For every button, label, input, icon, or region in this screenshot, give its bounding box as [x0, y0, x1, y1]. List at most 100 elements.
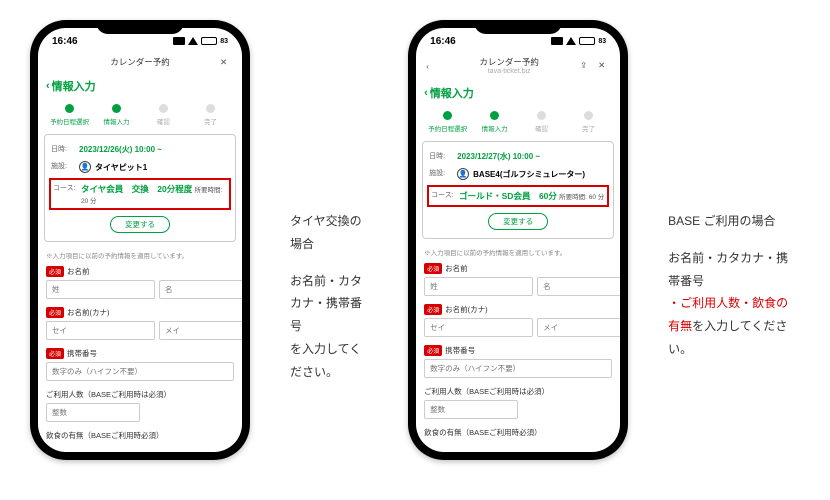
field-phone: 必須携帯番号 — [38, 344, 242, 385]
share-icon[interactable]: ⇪ — [580, 60, 592, 71]
label-course: コース: — [53, 183, 81, 205]
step-label: 情報入力 — [471, 123, 518, 133]
screen: 16:46 83 ‹ カレンダー予約 tava-ticket.biz ⇪ ✕ ‹… — [416, 28, 620, 452]
caption-line2: ・ご利用人数・飲食の有無を入力してください。 — [668, 292, 800, 360]
value-course: ゴールド・SD会員 60分 — [459, 191, 557, 201]
breadcrumb[interactable]: ‹ 情報入力 — [38, 72, 242, 100]
input-mei[interactable] — [537, 277, 620, 296]
caption-1: タイヤ交換の場合 お名前・カタカナ・携帯番号 を入力してください。 — [290, 210, 368, 460]
close-icon[interactable]: ✕ — [598, 60, 610, 71]
input-sei[interactable] — [46, 280, 155, 299]
back-icon[interactable]: ‹ — [426, 61, 438, 71]
input-sei[interactable] — [424, 277, 533, 296]
breadcrumb[interactable]: ‹ 情報入力 — [416, 79, 620, 107]
label-kana: お名前(カナ) — [67, 307, 110, 318]
label-guests: ご利用人数（BASEご利用時は必須） — [46, 389, 171, 400]
facility-icon: 👤 — [79, 161, 91, 173]
signal-icon — [551, 37, 563, 45]
label-course: コース: — [431, 190, 459, 202]
page-title: カレンダー予約 — [438, 56, 580, 68]
battery-icon — [201, 37, 217, 45]
input-sei-kana[interactable] — [46, 321, 155, 340]
required-badge: 必須 — [424, 304, 442, 315]
caption-line1: お名前・カタカナ・携帯番号 — [290, 270, 368, 338]
step-label: 予約日程選択 — [424, 123, 471, 133]
column-phone-1: 16:46 83 カレンダー予約 ✕ ‹ 情報入力 — [30, 20, 250, 460]
required-badge: 必須 — [46, 307, 64, 318]
step-label: 確認 — [518, 123, 565, 133]
required-badge: 必須 — [424, 263, 442, 274]
label-facility: 施設: — [429, 168, 457, 180]
form-note: ※入力項目に以前の予約情報を適用しています。 — [416, 239, 620, 259]
step-dot — [584, 111, 593, 120]
value-course-duration: 所要時間: 60 分 — [559, 194, 604, 201]
chevron-left-icon: ‹ — [46, 80, 50, 92]
input-sei-kana[interactable] — [424, 318, 533, 337]
step-label: 確認 — [140, 116, 187, 126]
step-label: 完了 — [187, 116, 234, 126]
value-facility: 👤 タイヤピット1 — [79, 161, 229, 173]
column-phone-2: 16:46 83 ‹ カレンダー予約 tava-ticket.biz ⇪ ✕ ‹… — [408, 20, 628, 460]
field-kana: 必須お名前(カナ) — [38, 303, 242, 344]
value-date: 2023/12/26(火) 10:00 ~ — [79, 144, 229, 155]
value-date: 2023/12/27(水) 10:00 ~ — [457, 151, 607, 162]
input-mei[interactable] — [159, 280, 242, 299]
input-phone[interactable] — [424, 359, 612, 378]
step-dot — [206, 104, 215, 113]
field-kana: 必須お名前(カナ) — [416, 300, 620, 341]
label-kana: お名前(カナ) — [445, 304, 488, 315]
field-guests: ご利用人数（BASEご利用時は必須） — [416, 382, 620, 423]
caption-heading: BASE ご利用の場合 — [668, 210, 800, 233]
course-highlight: コース: タイヤ会員 交換 20分程度 所要時間: 20 分 — [49, 178, 231, 210]
input-mei-kana[interactable] — [159, 321, 242, 340]
status-time: 16:46 — [430, 36, 456, 47]
field-name: 必須お名前 — [416, 259, 620, 300]
step-label: 完了 — [565, 123, 612, 133]
course-highlight: コース: ゴールド・SD会員 60分 所要時間: 60 分 — [427, 185, 609, 207]
input-guests[interactable] — [46, 403, 140, 422]
change-button[interactable]: 変更する — [488, 213, 548, 230]
form-note: ※入力項目に以前の予約情報を適用しています。 — [38, 242, 242, 262]
title-bar: ‹ カレンダー予約 tava-ticket.biz ⇪ ✕ — [416, 50, 620, 79]
change-button[interactable]: 変更する — [110, 216, 170, 233]
step-indicator: 予約日程選択 情報入力 確認 完了 — [38, 100, 242, 134]
input-phone[interactable] — [46, 362, 234, 381]
label-food: 飲食の有無（BASEご利用時必須） — [424, 427, 542, 438]
caption-line2: を入力してください。 — [290, 338, 368, 384]
title-bar: カレンダー予約 ✕ — [38, 50, 242, 72]
field-food: 飲食の有無（BASEご利用時必須） — [38, 426, 242, 448]
label-phone: 携帯番号 — [445, 345, 475, 356]
wifi-icon — [566, 37, 576, 45]
label-guests: ご利用人数（BASEご利用時は必須） — [424, 386, 549, 397]
caption-line1: お名前・カタカナ・携帯番号 — [668, 247, 800, 293]
facility-icon: 👤 — [457, 168, 469, 180]
status-icons: 83 — [173, 37, 228, 45]
step-label: 情報入力 — [93, 116, 140, 126]
close-icon[interactable]: ✕ — [220, 57, 232, 68]
field-guests: ご利用人数（BASEご利用時は必須） — [38, 385, 242, 426]
phone-frame: 16:46 83 ‹ カレンダー予約 tava-ticket.biz ⇪ ✕ ‹… — [408, 20, 628, 460]
value-course: タイヤ会員 交換 20分程度 — [81, 184, 192, 194]
step-dot — [443, 111, 452, 120]
required-badge: 必須 — [46, 348, 64, 359]
step-label: 予約日程選択 — [46, 116, 93, 126]
label-food: 飲食の有無（BASEご利用時必須） — [46, 430, 164, 441]
wifi-icon — [188, 37, 198, 45]
input-mei-kana[interactable] — [537, 318, 620, 337]
page-subtitle: tava-ticket.biz — [438, 68, 580, 75]
page-layout: 16:46 83 カレンダー予約 ✕ ‹ 情報入力 — [0, 0, 830, 480]
label-facility: 施設: — [51, 161, 79, 173]
required-badge: 必須 — [46, 266, 64, 277]
caption-heading: タイヤ交換の場合 — [290, 210, 368, 256]
phone-frame: 16:46 83 カレンダー予約 ✕ ‹ 情報入力 — [30, 20, 250, 460]
step-dot — [65, 104, 74, 113]
step-dot — [537, 111, 546, 120]
label-name: お名前 — [67, 266, 90, 277]
value-facility: 👤 BASE4(ゴルフシミュレーター) — [457, 168, 607, 180]
step-dot — [112, 104, 121, 113]
page-title: カレンダー予約 — [60, 56, 220, 68]
input-guests[interactable] — [424, 400, 518, 419]
screen: 16:46 83 カレンダー予約 ✕ ‹ 情報入力 — [38, 28, 242, 452]
reservation-card: 日時: 2023/12/26(火) 10:00 ~ 施設: 👤 タイヤピット1 … — [44, 134, 236, 242]
battery-icon — [579, 37, 595, 45]
